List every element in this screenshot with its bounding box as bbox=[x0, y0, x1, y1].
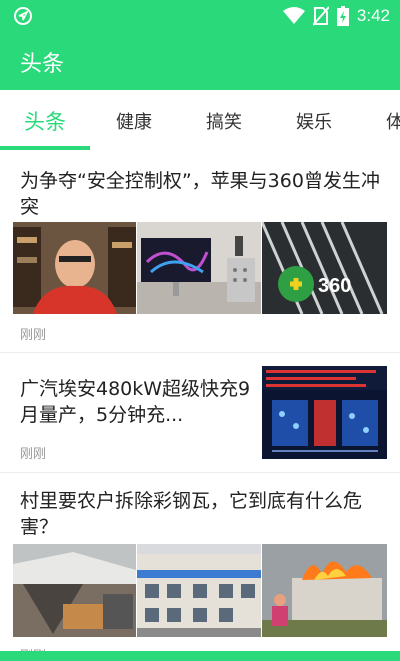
tab-bar: 头条 健康 搞笑 娱乐 体 bbox=[0, 90, 400, 152]
tab-indicator bbox=[0, 146, 90, 150]
news-image-mac[interactable] bbox=[137, 222, 261, 314]
news-image-battery[interactable] bbox=[262, 366, 387, 459]
bottom-nav-bar[interactable] bbox=[0, 651, 400, 661]
app-title: 头条 bbox=[20, 52, 65, 77]
news-image-fire[interactable] bbox=[262, 544, 387, 637]
news-time: 刚刚 bbox=[20, 328, 47, 343]
news-feed[interactable]: 为争夺“安全控制权”，苹果与360曾发生冲 突 360 刚刚 广汽埃安480kW… bbox=[0, 152, 400, 661]
news-title-line: 为争夺“安全控制权”，苹果与360曾发生冲 bbox=[20, 170, 380, 192]
news-title-line: 害？ bbox=[20, 516, 59, 538]
tab-funny[interactable]: 搞笑 bbox=[206, 108, 242, 134]
news-image-ruins[interactable] bbox=[13, 544, 136, 637]
battery-charging-icon bbox=[336, 6, 349, 26]
divider bbox=[0, 472, 400, 473]
news-title[interactable]: 广汽埃安480kW超级快充9 月量产，5分钟充... bbox=[20, 376, 260, 428]
tab-headlines[interactable]: 头条 bbox=[24, 106, 66, 136]
wifi-icon bbox=[282, 7, 305, 24]
status-icons: 3:42 bbox=[282, 5, 390, 27]
news-title-line: 广汽埃安480kW超级快充9 bbox=[20, 378, 251, 400]
tab-sports[interactable]: 体 bbox=[386, 108, 400, 134]
app-bar: 头条 bbox=[0, 32, 400, 90]
news-time: 刚刚 bbox=[20, 447, 47, 462]
no-sim-icon bbox=[312, 6, 329, 26]
news-title-line: 村里要农户拆除彩钢瓦，它到底有什么危 bbox=[20, 490, 363, 512]
tab-entertainment[interactable]: 娱乐 bbox=[296, 108, 332, 134]
status-bar: 3:42 bbox=[0, 0, 400, 32]
news-title[interactable]: 村里要农户拆除彩钢瓦，它到底有什么危 害？ bbox=[20, 488, 390, 540]
status-time: 3:42 bbox=[356, 6, 390, 25]
navigation-icon bbox=[14, 7, 32, 25]
news-image-building[interactable] bbox=[137, 544, 261, 637]
news-title-line: 月量产，5分钟充... bbox=[20, 404, 184, 426]
news-title[interactable]: 为争夺“安全控制权”，苹果与360曾发生冲 突 bbox=[20, 168, 390, 220]
news-title-line: 突 bbox=[20, 196, 40, 218]
news-image-person[interactable] bbox=[13, 222, 136, 314]
divider bbox=[0, 352, 400, 353]
svg-text:360: 360 bbox=[318, 275, 351, 297]
news-image-360[interactable]: 360 bbox=[262, 222, 387, 314]
tab-health[interactable]: 健康 bbox=[116, 108, 152, 134]
